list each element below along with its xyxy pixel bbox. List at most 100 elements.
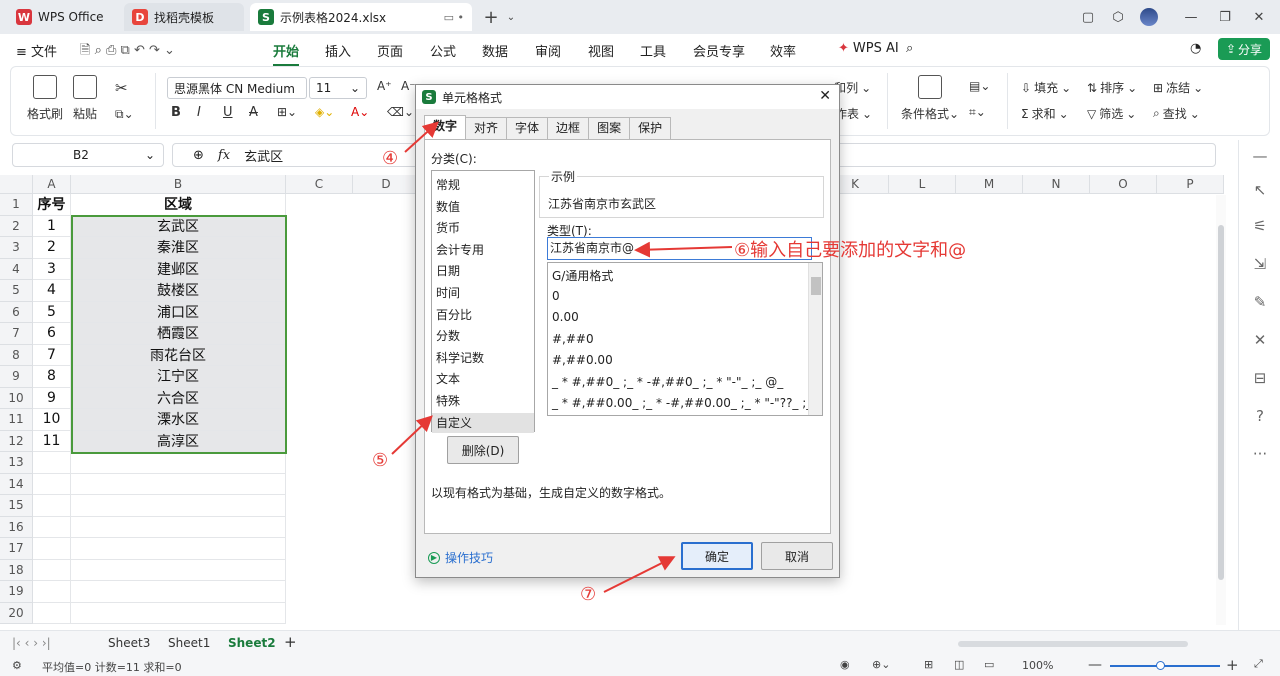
tips-link[interactable]: ▶ 操作技巧 <box>428 549 493 566</box>
row-header[interactable]: 14 <box>0 473 33 495</box>
row-header[interactable]: 17 <box>0 538 33 560</box>
cancel-button[interactable]: 取消 <box>761 542 833 570</box>
empty-cell[interactable] <box>33 495 71 517</box>
tab-border[interactable]: 边框 <box>547 117 590 139</box>
collapse-icon[interactable]: — <box>1250 146 1270 166</box>
font-size-select[interactable]: 11 ⌄ <box>309 77 367 99</box>
delete-button[interactable]: 删除(D) <box>447 436 519 464</box>
cut-icon[interactable]: ✂ <box>115 79 128 97</box>
tab-menu-icon[interactable]: ▭ • <box>444 11 464 24</box>
fill-button[interactable]: ⇩ 填充 ⌄ <box>1021 79 1071 96</box>
row-header[interactable]: 18 <box>0 559 33 581</box>
table-cell[interactable]: 1 <box>33 215 71 237</box>
more-icon[interactable]: ··· <box>1250 444 1270 464</box>
ok-button[interactable]: 确定 <box>681 542 753 570</box>
horizontal-scrollbar[interactable] <box>958 641 1188 647</box>
tab-efficiency[interactable]: 效率 <box>770 41 796 60</box>
tab-template[interactable]: D 找稻壳模板 <box>124 3 244 31</box>
close-icon[interactable]: ✕ <box>1248 6 1270 28</box>
table-cell[interactable]: 9 <box>33 387 71 409</box>
empty-cell[interactable] <box>71 581 286 603</box>
row-header[interactable]: 2 <box>0 215 33 237</box>
tab-start[interactable]: 开始 <box>273 41 300 66</box>
font-name-select[interactable]: 思源黑体 CN Medium <box>167 77 307 99</box>
tab-protection[interactable]: 保护 <box>629 117 672 139</box>
search-icon[interactable]: ⌕ <box>906 41 913 56</box>
column-header[interactable]: P <box>1157 175 1224 194</box>
bold-button[interactable]: B <box>171 105 181 120</box>
wps-ai-button[interactable]: ✦ WPS AI <box>838 41 899 56</box>
table-cell[interactable]: 3 <box>33 258 71 280</box>
row-header[interactable]: 20 <box>0 602 33 624</box>
pointer-icon[interactable]: ↖ <box>1250 180 1270 200</box>
row-header[interactable]: 8 <box>0 344 33 366</box>
fill-color-icon[interactable]: ◈⌄ <box>315 105 334 119</box>
table-cell[interactable]: 4 <box>33 280 71 302</box>
category-list[interactable]: 常规 数值 货币 会计专用 日期 时间 百分比 分数 科学记数 文本 特殊 自定义 <box>431 170 535 433</box>
fullscreen-icon[interactable]: ⤢ <box>1254 657 1263 671</box>
category-item[interactable]: 日期 <box>436 261 460 281</box>
sheet-tab-sheet1[interactable]: Sheet1 <box>168 636 210 650</box>
format-item[interactable]: #,##0.00 <box>552 353 613 367</box>
column-header[interactable]: D <box>353 175 420 194</box>
format-item[interactable]: #,##0 <box>552 332 594 346</box>
table-cell[interactable]: 7 <box>33 344 71 366</box>
table-cell[interactable]: 10 <box>33 409 71 431</box>
minimize-icon[interactable]: — <box>1180 6 1202 28</box>
eraser-icon[interactable]: ⌫⌄ <box>387 105 414 119</box>
empty-cell[interactable] <box>33 516 71 538</box>
row-header[interactable]: 7 <box>0 323 33 345</box>
zoom-level[interactable]: 100% <box>1022 659 1053 672</box>
help-icon[interactable]: ? <box>1250 406 1270 426</box>
zoom-icon[interactable]: ⊕ <box>193 148 204 163</box>
name-box[interactable]: B2 ⌄ <box>12 143 164 167</box>
empty-cell[interactable] <box>71 495 286 517</box>
category-item[interactable]: 分数 <box>436 326 460 346</box>
paste-button[interactable]: 粘贴 <box>73 75 97 122</box>
tab-wps-office[interactable]: W WPS Office <box>8 3 116 31</box>
empty-cell[interactable] <box>71 452 286 474</box>
border-icon[interactable]: ⊞⌄ <box>277 105 297 119</box>
category-item[interactable]: 时间 <box>436 283 460 303</box>
empty-cell[interactable] <box>33 473 71 495</box>
category-item[interactable]: 货币 <box>436 218 460 238</box>
table-cell[interactable]: 2 <box>33 237 71 259</box>
format-item[interactable]: _ * #,##0.00_ ;_ * -#,##0.00_ ;_ * "-"??… <box>552 396 822 410</box>
empty-cell[interactable] <box>33 452 71 474</box>
empty-cell[interactable] <box>71 473 286 495</box>
italic-button[interactable]: I <box>197 105 201 120</box>
row-header[interactable]: 1 <box>0 194 33 216</box>
close-icon[interactable]: ✕ <box>819 88 831 104</box>
dialog-title-bar[interactable]: S 单元格格式 ✕ <box>416 85 839 109</box>
tools-icon[interactable]: ✕ <box>1250 330 1270 350</box>
empty-cell[interactable] <box>33 538 71 560</box>
export-icon[interactable]: ⇲ <box>1250 254 1270 274</box>
share-button[interactable]: ⇪ 分享 <box>1218 38 1270 60</box>
tab-spreadsheet[interactable]: S 示例表格2024.xlsx ▭ • <box>250 3 472 31</box>
settings-sliders-icon[interactable]: ⚟ <box>1250 216 1270 236</box>
font-color-icon[interactable]: A⌄ <box>351 105 369 119</box>
strikethrough-button[interactable]: A <box>249 105 258 120</box>
copy-icon[interactable]: ⧉⌄ <box>115 107 134 122</box>
category-item[interactable]: 会计专用 <box>436 240 484 260</box>
table-cell[interactable]: 11 <box>33 430 71 452</box>
location-icon[interactable]: ⊕⌄ <box>872 658 890 671</box>
table-cell[interactable]: 6 <box>33 323 71 345</box>
cube-icon[interactable]: ⬡ <box>1107 6 1129 28</box>
column-header[interactable]: L <box>889 175 956 194</box>
category-item[interactable]: 数值 <box>436 197 460 217</box>
empty-cell[interactable] <box>33 602 71 624</box>
tab-font[interactable]: 字体 <box>506 117 549 139</box>
font-shrink-icon[interactable]: A⁻ <box>401 79 416 93</box>
sheet-tab-sheet3[interactable]: Sheet3 <box>108 636 150 650</box>
add-sheet-button[interactable]: + <box>284 633 297 651</box>
column-header[interactable]: A <box>33 175 71 194</box>
category-item[interactable]: 特殊 <box>436 391 460 411</box>
row-header[interactable]: 13 <box>0 452 33 474</box>
conditional-format-button[interactable]: 条件格式⌄ <box>901 75 959 122</box>
format-item[interactable]: G/通用格式 <box>552 267 613 284</box>
tab-view[interactable]: 视图 <box>588 41 614 60</box>
tab-page[interactable]: 页面 <box>377 41 403 60</box>
category-item[interactable]: 自定义 <box>432 412 534 433</box>
row-header[interactable]: 3 <box>0 237 33 259</box>
